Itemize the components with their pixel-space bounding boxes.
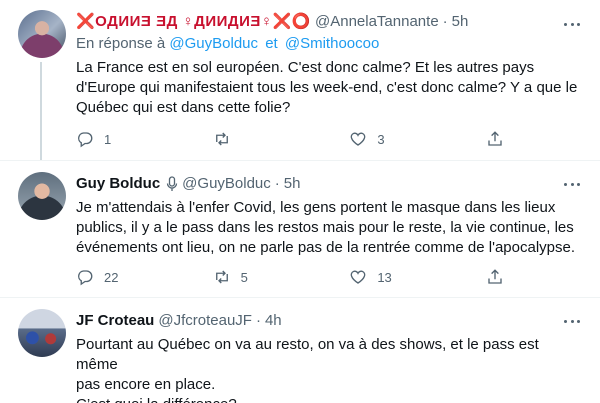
user-handle[interactable]: @AnnelaTannante (315, 12, 439, 32)
like-icon (350, 270, 366, 284)
reply-count: 22 (104, 269, 119, 285)
share-button[interactable] (486, 268, 506, 286)
separator-dot: · (442, 13, 448, 30)
tweet-text: La France est en sol européen. C'est don… (76, 58, 584, 118)
reply-user-link[interactable]: @GuyBolduc (169, 35, 258, 52)
user-handle[interactable]: @JfcroteauJF (158, 311, 252, 331)
like-button[interactable]: 3 (349, 130, 439, 148)
display-name[interactable]: ❌ОДИИƎ ƎД ♀ДИИДИƎ♀❌⭕ (76, 12, 311, 32)
display-name[interactable]: JF Croteau (76, 311, 154, 331)
retweet-icon (215, 132, 228, 146)
timestamp[interactable]: 5h (452, 12, 469, 32)
display-name[interactable]: Guy Bolduc (76, 174, 160, 194)
user-handle[interactable]: @GuyBolduc (182, 174, 271, 194)
tweet-text-line: Pourtant au Québec on va au resto, on va… (76, 336, 539, 373)
like-button[interactable]: 13 (349, 268, 439, 286)
tweet[interactable]: ❌ОДИИƎ ƎД ♀ДИИДИƎ♀❌⭕ @AnnelaTannante · 5… (0, 0, 600, 160)
reply-button[interactable]: 1 (76, 130, 166, 148)
action-bar: 22 5 13 (76, 267, 506, 287)
action-bar: 1 3 (76, 129, 506, 149)
tweet-text-line: d'Europe qui manifestaient tous les week… (76, 79, 578, 96)
more-icon[interactable] (564, 183, 580, 187)
retweet-button[interactable] (213, 130, 303, 148)
like-count: 13 (377, 269, 392, 285)
timestamp[interactable]: 5h (284, 174, 301, 194)
tweet-text-line: événements ont lieu, on ne parle pas de … (76, 239, 575, 256)
tweet[interactable]: Guy Bolduc @GuyBolduc · 5h Je m'attendai… (0, 160, 600, 297)
more-icon[interactable] (564, 320, 580, 324)
tweet[interactable]: JF Croteau @JfcroteauJF · 4h Pourtant au… (0, 297, 600, 403)
like-icon (350, 132, 366, 146)
share-button[interactable] (486, 130, 506, 148)
like-count: 3 (377, 131, 385, 147)
more-icon[interactable] (564, 23, 580, 27)
reply-user-link[interactable]: @Smithoocoo (285, 35, 379, 52)
tweet-text-line: Québec qui est dans cette folie? (76, 99, 291, 116)
separator-dot: · (255, 312, 261, 329)
timestamp[interactable]: 4h (265, 311, 282, 331)
avatar[interactable] (18, 309, 66, 357)
tweet-text-line: pas encore en place. (76, 376, 216, 393)
tweet-text: Je m'attendais à l'enfer Covid, les gens… (76, 198, 584, 258)
avatar[interactable] (18, 10, 66, 58)
reply-prefix: En réponse à (76, 35, 166, 52)
microphone-icon (167, 176, 178, 191)
reply-icon (78, 132, 93, 148)
share-icon (488, 269, 502, 284)
reply-conjunction: et (265, 35, 278, 52)
avatar[interactable] (18, 172, 66, 220)
tweet-text-line: C’est quoi la différence? (76, 395, 584, 403)
reply-button[interactable]: 22 (76, 268, 166, 286)
tweet-text-line: Je m'attendais à l'enfer Covid, les gens… (76, 199, 556, 216)
retweet-button[interactable]: 5 (213, 268, 303, 286)
separator-dot: · (274, 175, 280, 192)
reply-icon (78, 270, 93, 286)
tweet-text-line: publics, il y a le pass dans les restos … (76, 219, 574, 236)
retweet-icon (215, 270, 228, 284)
retweet-count: 5 (240, 269, 248, 285)
tweet-text-line: La France est en sol européen. C'est don… (76, 59, 535, 76)
reply-context: En réponse à @GuyBolduc et @Smithoocoo (76, 34, 584, 54)
tweet-text: Pourtant au Québec on va au resto, on va… (76, 335, 584, 403)
thread-line (40, 62, 42, 160)
reply-count: 1 (104, 131, 112, 147)
share-icon (488, 131, 502, 146)
